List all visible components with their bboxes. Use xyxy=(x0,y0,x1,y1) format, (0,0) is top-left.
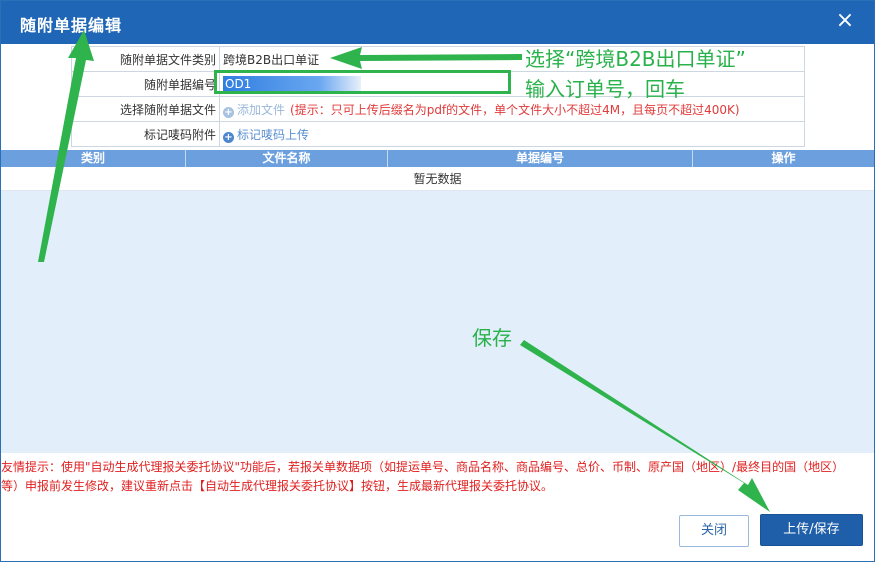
arrow-to-title xyxy=(38,30,94,262)
annotation-arrows xyxy=(38,30,770,512)
arrow-to-type-field xyxy=(330,47,522,69)
arrow-to-save-button xyxy=(520,340,770,512)
